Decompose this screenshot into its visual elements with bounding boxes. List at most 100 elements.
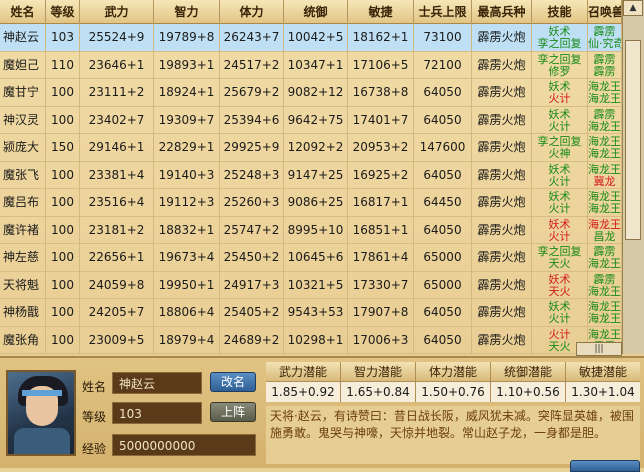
col-level[interactable]: 等级: [46, 0, 80, 24]
name-cell: 魔吕布: [0, 189, 46, 217]
beast-name: 霹雳: [593, 272, 616, 286]
table-row[interactable]: 魔妲己 110 23646+1 19893+1 24517+2 10347+1 17106+…: [0, 51, 622, 79]
level-cell: 100: [46, 106, 80, 134]
level-cell: 100: [46, 161, 80, 189]
beast-name: 海龙王: [588, 202, 621, 215]
col-command[interactable]: 统御: [284, 0, 348, 24]
potential-intelligence: 智力潜能 1.65+0.84: [341, 362, 416, 402]
skill-name: 火计: [548, 327, 571, 341]
beast-cell: 海龙王 海龙王: [588, 79, 622, 107]
agility-cell: 16851+1: [348, 216, 414, 244]
table-row[interactable]: 神赵云 103 25524+9 19789+8 26243+7 10042+5 18162+…: [0, 24, 622, 52]
stamina-cell: 25450+2: [220, 244, 284, 272]
name-value: 神赵云: [112, 372, 202, 394]
agility-cell: 16925+2: [348, 161, 414, 189]
beast-name: 昌龙: [593, 229, 616, 243]
potential-value: 1.10+0.56: [491, 382, 565, 402]
vertical-scrollbar[interactable]: ▲: [622, 0, 644, 354]
col-name[interactable]: 姓名: [0, 0, 46, 24]
troop-cap-cell: 65000: [414, 271, 472, 299]
agility-cell: 17861+4: [348, 244, 414, 272]
potential-label: 武力潜能: [266, 362, 340, 382]
force-cell: 24205+7: [80, 299, 154, 327]
table-row[interactable]: 神杨戬 100 24205+7 18806+4 25405+2 9543+53 17907+…: [0, 299, 622, 327]
col-force[interactable]: 武力: [80, 0, 154, 24]
scroll-thumb[interactable]: [625, 40, 641, 240]
table-row[interactable]: 颍庞大 150 29146+1 22829+1 29925+9 12092+2 20953+…: [0, 134, 622, 162]
skill-name: 孪之回复: [537, 52, 582, 66]
intelligence-cell: 19950+1: [154, 271, 220, 299]
troop-type-cell: 霹雳火炮: [472, 244, 532, 272]
skill-name: 妖术: [548, 272, 571, 286]
skill-name: 火计: [548, 229, 571, 243]
troop-type-cell: 霹雳火炮: [472, 106, 532, 134]
level-cell: 100: [46, 271, 80, 299]
potential-agility: 敏捷潜能 1.30+1.04: [566, 362, 640, 402]
intelligence-cell: 18924+1: [154, 79, 220, 107]
level-cell: 100: [46, 189, 80, 217]
force-cell: 23181+2: [80, 216, 154, 244]
intelligence-cell: 18832+1: [154, 216, 220, 244]
col-stamina[interactable]: 体力: [220, 0, 284, 24]
level-cell: 100: [46, 244, 80, 272]
general-description: 天将·赵云，有诗赞曰：昔日战长阪，威风犹未减。突阵显英雄，被围施勇敢。鬼哭与神嚎…: [266, 406, 640, 464]
troop-type-cell: 霹雳火炮: [472, 216, 532, 244]
agility-cell: 17330+7: [348, 271, 414, 299]
beast-cell: 霹雳 海龙王: [588, 106, 622, 134]
potential-table: 武力潜能 1.85+0.92 智力潜能 1.65+0.84 体力潜能 1.50+…: [266, 362, 640, 402]
col-troop-cap[interactable]: 士兵上限: [414, 0, 472, 24]
table-row[interactable]: 魔吕布 100 23516+4 19112+3 25260+3 9086+25 16817+…: [0, 189, 622, 217]
table-row[interactable]: 魔甘宁 100 23111+2 18924+1 25679+2 9082+12 16738+…: [0, 79, 622, 107]
table-row[interactable]: 神汉灵 100 23402+7 19309+7 25394+6 9642+75 17401+…: [0, 106, 622, 134]
beast-cell: 海龙王 昌龙: [588, 216, 622, 244]
horizontal-scroll-thumb[interactable]: |||: [576, 342, 622, 356]
beast-name: 海龙王: [588, 162, 621, 176]
potential-value: 1.85+0.92: [266, 382, 340, 402]
name-cell: 魔张角: [0, 326, 46, 354]
troop-cap-cell: 72100: [414, 51, 472, 79]
table-row[interactable]: 天将魁 100 24059+8 19950+1 24917+3 10321+5 17330+…: [0, 271, 622, 299]
table-row[interactable]: 魔张飞 100 23381+4 19140+3 25248+3 9147+25 16925+…: [0, 161, 622, 189]
intelligence-cell: 19112+3: [154, 189, 220, 217]
bottom-tab-button[interactable]: [570, 460, 640, 472]
command-cell: 9543+53: [284, 299, 348, 327]
skill-name: 妖术: [548, 217, 571, 231]
name-cell: 神赵云: [0, 24, 46, 52]
force-cell: 23516+4: [80, 189, 154, 217]
name-cell: 天将魁: [0, 271, 46, 299]
troop-cap-cell: 64050: [414, 299, 472, 327]
command-cell: 9086+25: [284, 189, 348, 217]
rename-button[interactable]: 改名: [210, 372, 256, 392]
general-portrait: [6, 370, 76, 456]
exp-label: 经验: [82, 442, 107, 456]
potential-label: 统御潜能: [491, 362, 565, 382]
beast-name: 海龙王: [588, 284, 621, 298]
skill-cell: 妖术 孪之回复: [532, 24, 588, 52]
stamina-cell: 25394+6: [220, 106, 284, 134]
col-beast[interactable]: 召唤兽: [588, 0, 622, 24]
troop-type-cell: 霹雳火炮: [472, 51, 532, 79]
table-row[interactable]: 魔张角 100 23009+5 18979+4 24689+2 10298+1 17006+…: [0, 326, 622, 354]
potential-value: 1.65+0.84: [341, 382, 415, 402]
table-row[interactable]: 神左慈 100 22656+1 19673+4 25450+2 10645+6 17861+…: [0, 244, 622, 272]
col-troop-type[interactable]: 最高兵种: [472, 0, 532, 24]
col-agility[interactable]: 敏捷: [348, 0, 414, 24]
col-skill[interactable]: 技能: [532, 0, 588, 24]
table-row[interactable]: 魔许褚 100 23181+2 18832+1 25747+2 8995+10 16851+…: [0, 216, 622, 244]
troop-cap-cell: 147600: [414, 134, 472, 162]
troop-type-cell: 霹雳火炮: [472, 161, 532, 189]
level-cell: 100: [46, 326, 80, 354]
game-window: 姓名 等级 武力 智力 体力 统御 敏捷 士兵上限 最高兵种 技能 召唤兽 神赵…: [0, 0, 644, 472]
beast-cell: 海龙王 冀龙: [588, 161, 622, 189]
deploy-button[interactable]: 上阵: [210, 402, 256, 422]
beast-name: 海龙王: [588, 257, 621, 270]
stamina-cell: 25405+2: [220, 299, 284, 327]
skill-name: 孪之回复: [537, 37, 582, 50]
level-cell: 150: [46, 134, 80, 162]
col-intelligence[interactable]: 智力: [154, 0, 220, 24]
scroll-up-icon[interactable]: ▲: [623, 0, 643, 16]
beast-cell: 海龙王 海龙王: [588, 189, 622, 217]
stamina-cell: 26243+7: [220, 24, 284, 52]
potential-value: 1.50+0.76: [416, 382, 490, 402]
troop-type-cell: 霹雳火炮: [472, 326, 532, 354]
